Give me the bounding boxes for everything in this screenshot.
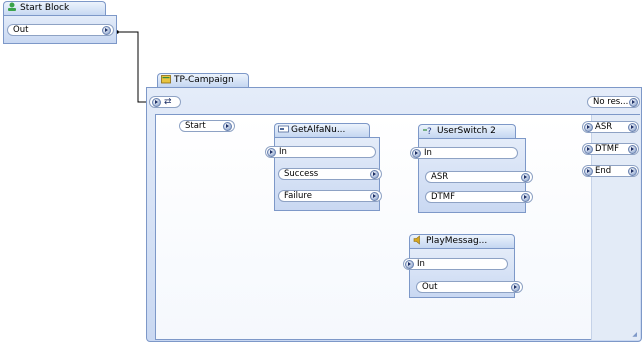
user-switch-title: UserSwitch 2	[437, 126, 496, 136]
port-arrow-icon[interactable]	[370, 192, 379, 201]
get-alfa-failure-port[interactable]: Failure	[278, 190, 382, 202]
user-switch-in-label: In	[424, 148, 432, 158]
get-alfa-failure-label: Failure	[284, 191, 312, 201]
port-arrow-icon[interactable]	[511, 283, 520, 292]
play-message-block[interactable]: PlayMessag... In Out	[399, 234, 523, 298]
port-arrow-icon[interactable]	[521, 173, 530, 182]
resize-grip-icon[interactable]: ◢	[632, 331, 637, 338]
port-arrow-icon[interactable]	[628, 123, 637, 132]
port-arrow-icon[interactable]	[629, 98, 638, 107]
input-field-icon	[278, 124, 289, 134]
port-arrow-icon[interactable]	[584, 123, 593, 132]
port-arrow-icon[interactable]	[102, 26, 111, 35]
user-switch-body: In ASR DTMF	[410, 138, 533, 213]
no-result-port[interactable]: No res...	[587, 96, 640, 108]
play-message-out-label: Out	[422, 282, 438, 292]
campaign-title: TP-Campaign	[174, 75, 234, 85]
campaign-output-end[interactable]: End	[582, 165, 639, 177]
no-result-label: No res...	[593, 97, 629, 107]
campaign-output-dtmf[interactable]: DTMF	[582, 143, 639, 155]
port-arrow-icon[interactable]	[521, 193, 530, 202]
output-asr-label: ASR	[595, 122, 613, 132]
port-arrow-icon[interactable]	[152, 98, 161, 107]
start-block[interactable]: Start Block Out	[3, 1, 117, 44]
campaign-start-label: Start	[185, 121, 206, 131]
loop-icon: ⇄	[164, 97, 172, 107]
port-arrow-icon[interactable]	[267, 148, 276, 157]
get-alfa-in-port[interactable]: In	[265, 146, 376, 158]
port-arrow-icon[interactable]	[584, 167, 593, 176]
start-icon	[7, 2, 17, 12]
port-arrow-icon[interactable]	[412, 149, 421, 158]
port-arrow-icon[interactable]	[584, 145, 593, 154]
campaign-header[interactable]: TP-Campaign	[157, 73, 249, 87]
get-alfa-body: In Success Failure	[265, 137, 382, 211]
output-dtmf-label: DTMF	[595, 144, 619, 154]
campaign-start-port[interactable]: Start	[179, 120, 235, 132]
campaign-in-port[interactable]: ⇄	[149, 96, 181, 108]
campaign-output-asr[interactable]: ASR	[582, 121, 639, 133]
user-switch-asr-port[interactable]: ASR	[425, 171, 533, 183]
port-arrow-icon[interactable]	[370, 170, 379, 179]
campaign-block[interactable]: TP-Campaign ⇄ No res... Start ASR DTMF E…	[146, 73, 642, 342]
get-alfa-header[interactable]: GetAlfaNu...	[274, 123, 370, 137]
play-message-in-port[interactable]: In	[403, 258, 508, 270]
campaign-icon	[161, 74, 171, 84]
play-message-in-label: In	[417, 259, 425, 269]
speaker-icon	[413, 235, 423, 245]
port-arrow-icon[interactable]	[628, 167, 637, 176]
play-message-body: In Out	[403, 248, 523, 298]
play-message-header[interactable]: PlayMessag...	[409, 234, 515, 248]
user-switch-dtmf-label: DTMF	[431, 192, 455, 202]
get-alfa-in-label: In	[279, 147, 287, 157]
output-end-label: End	[595, 166, 612, 176]
port-arrow-icon[interactable]	[405, 260, 414, 269]
user-switch-asr-label: ASR	[431, 172, 449, 182]
start-block-header[interactable]: Start Block	[3, 1, 106, 16]
campaign-canvas	[155, 114, 640, 340]
start-block-title: Start Block	[20, 3, 70, 13]
svg-text:?: ?	[427, 127, 432, 135]
play-message-title: PlayMessag...	[426, 236, 488, 246]
get-alfa-block[interactable]: GetAlfaNu... In Success Failure	[262, 123, 382, 211]
wire-start-to-campaign	[117, 31, 148, 103]
start-block-body: Out	[3, 15, 117, 44]
user-switch-block[interactable]: ? UserSwitch 2 In ASR DTMF	[406, 124, 533, 213]
port-arrow-icon[interactable]	[223, 122, 232, 131]
start-out-label: Out	[13, 25, 29, 35]
user-switch-header[interactable]: ? UserSwitch 2	[418, 124, 516, 138]
play-message-out-port[interactable]: Out	[416, 281, 523, 293]
get-alfa-success-port[interactable]: Success	[278, 168, 382, 180]
user-switch-in-port[interactable]: In	[410, 147, 518, 159]
switch-icon: ?	[422, 125, 434, 137]
get-alfa-title: GetAlfaNu...	[291, 125, 346, 135]
get-alfa-success-label: Success	[284, 169, 319, 179]
port-arrow-icon[interactable]	[628, 145, 637, 154]
user-switch-dtmf-port[interactable]: DTMF	[425, 191, 533, 203]
start-out-port[interactable]: Out	[7, 24, 114, 36]
